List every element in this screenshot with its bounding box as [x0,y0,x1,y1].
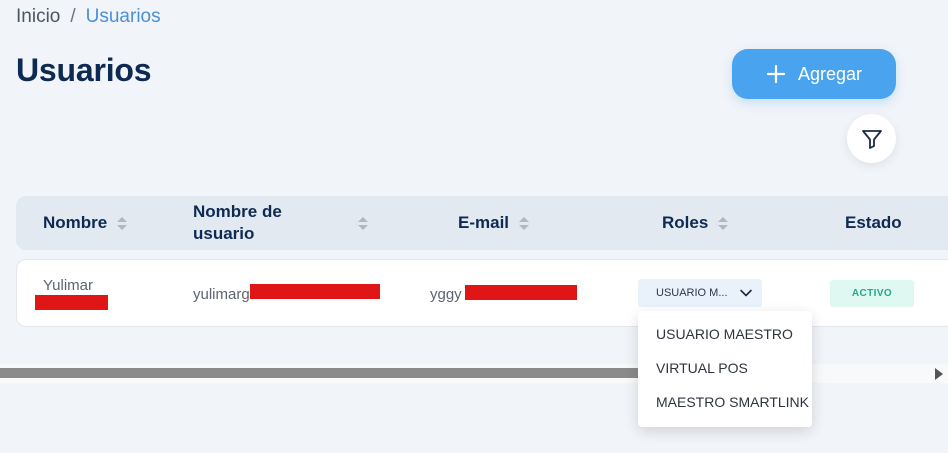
scroll-right-arrow-icon[interactable] [935,368,943,380]
add-button-label: Agregar [797,63,863,84]
redaction-bar [465,285,577,300]
column-header-roles-label: Roles [662,213,709,232]
filter-icon [861,129,882,149]
redaction-bar [250,284,380,299]
sort-icon[interactable] [117,216,128,230]
filter-button[interactable] [847,114,896,163]
email-cell: yggy [430,286,462,303]
table-header: Nombre Nombre de usuario E-mail Roles Es… [16,196,948,250]
user-name-cell: Yulimar [43,277,94,294]
status-badge: ACTIVO [830,280,914,307]
column-header-status: Estado [845,196,902,250]
column-header-email-label: E-mail [458,213,510,232]
add-user-button[interactable]: Agregar [732,49,896,99]
dropdown-option-maestro-smartlink[interactable]: MAESTRO SMARTLINK [656,394,809,410]
roles-select-value: USUARIO M... [656,287,728,299]
roles-dropdown-menu: USUARIO MAESTRO VIRTUAL POS MAESTRO SMAR… [638,311,812,427]
column-header-username-label: Nombre de usuario [193,202,282,243]
roles-select[interactable]: USUARIO M... [638,279,762,307]
dropdown-option-virtual-pos[interactable]: VIRTUAL POS [656,360,748,376]
plus-icon [766,64,786,84]
column-header-roles[interactable]: Roles [662,196,729,250]
dropdown-option-usuario-maestro[interactable]: USUARIO MAESTRO [656,326,793,342]
breadcrumb: Inicio / Usuarios [16,6,161,28]
redaction-bar [35,295,108,310]
column-header-name-label: Nombre [43,213,108,232]
chevron-down-icon [739,289,752,297]
column-header-name[interactable]: Nombre [43,196,128,250]
breadcrumb-separator: / [70,6,76,27]
column-header-username[interactable]: Nombre de usuario [193,196,371,250]
sort-icon[interactable] [358,216,368,230]
sort-icon[interactable] [519,216,530,230]
scrollbar-thumb[interactable] [0,368,640,378]
column-header-email[interactable]: E-mail [458,196,530,250]
column-header-status-label: Estado [845,213,902,232]
breadcrumb-home[interactable]: Inicio [16,6,60,28]
username-cell: yulimarg [193,286,250,303]
sort-icon[interactable] [718,216,729,230]
page-title: Usuarios [16,52,152,88]
breadcrumb-current[interactable]: Usuarios [86,6,161,28]
